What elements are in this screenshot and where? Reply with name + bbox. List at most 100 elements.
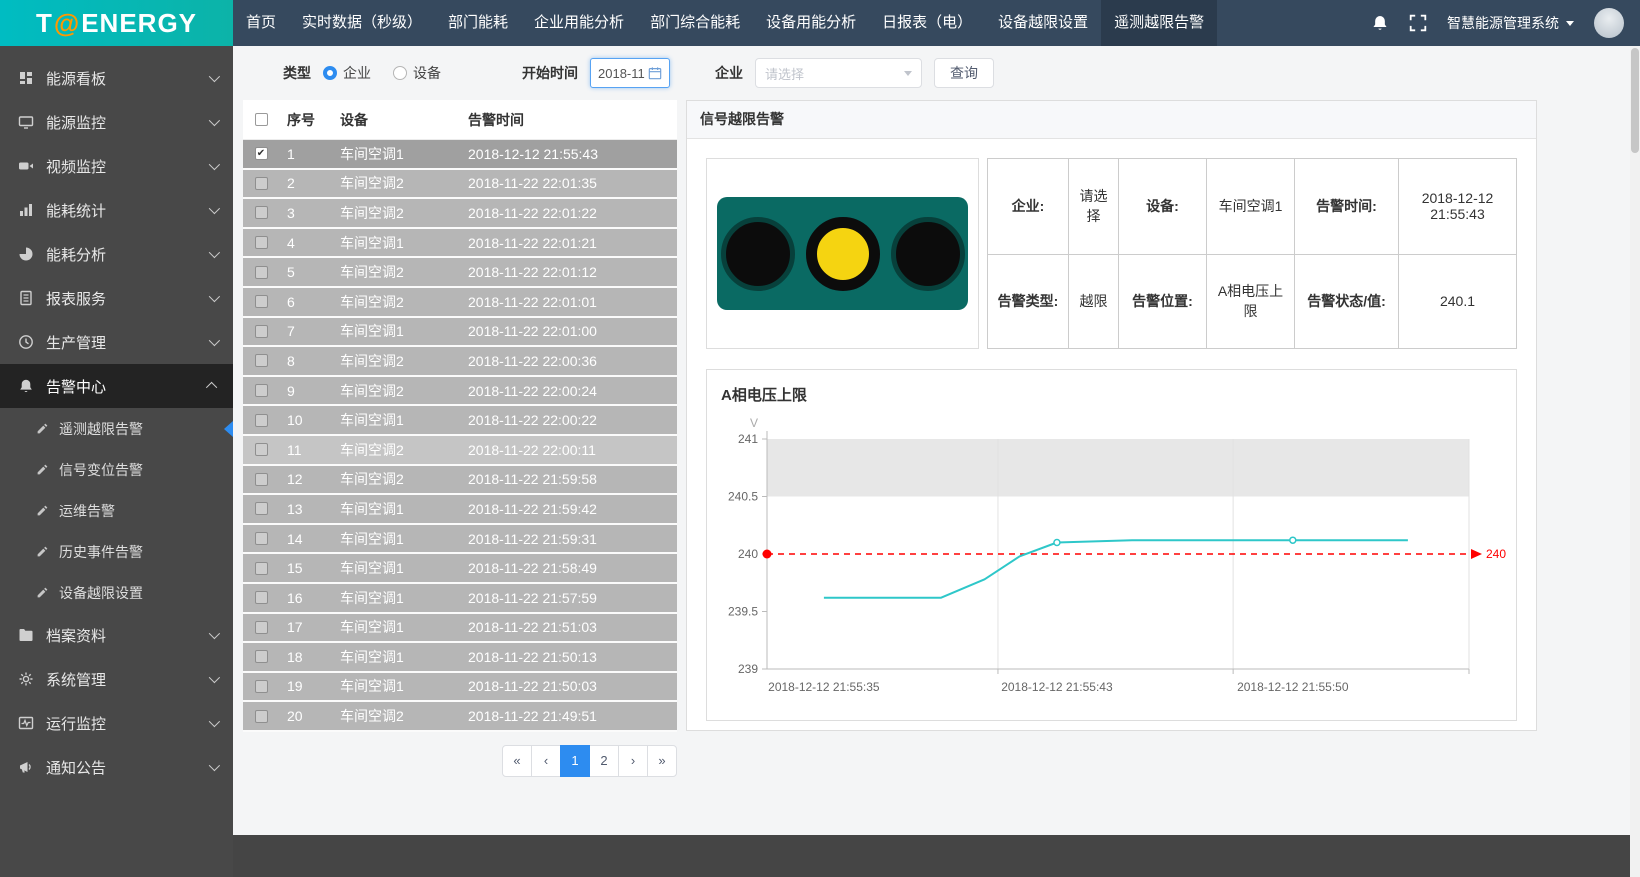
row-checkbox[interactable] <box>255 591 268 604</box>
table-row[interactable]: 6车间空调22018-11-22 22:01:01 <box>243 288 677 318</box>
column-device: 设备 <box>334 110 462 130</box>
row-checkbox[interactable] <box>255 532 268 545</box>
calendar-icon[interactable] <box>648 66 662 80</box>
table-row[interactable]: 16车间空调12018-11-22 21:57:59 <box>243 584 677 614</box>
radio-company[interactable]: 企业 <box>323 63 371 83</box>
table-row[interactable]: 18车间空调12018-11-22 21:50:13 <box>243 643 677 673</box>
pagination-page-1[interactable]: 1 <box>560 745 590 777</box>
radio-device[interactable]: 设备 <box>393 63 441 83</box>
row-checkbox[interactable] <box>255 710 268 723</box>
row-checkbox[interactable] <box>255 680 268 693</box>
row-checkbox[interactable]: ✔ <box>255 147 268 160</box>
row-checkbox[interactable] <box>255 621 268 634</box>
sidebar-subitem-13[interactable]: 设备越限设置 <box>0 572 233 613</box>
sidebar-item-4[interactable]: 能耗统计 <box>0 188 233 232</box>
window-scrollbar[interactable] <box>1630 46 1640 877</box>
pagination-last[interactable]: » <box>647 745 677 777</box>
pagination-first[interactable]: « <box>502 745 532 777</box>
pagination-page-2[interactable]: 2 <box>589 745 619 777</box>
table-row[interactable]: 9车间空调22018-11-22 22:00:24 <box>243 377 677 407</box>
header-actions: 智慧能源管理系统 <box>1371 0 1640 46</box>
notice-icon <box>18 759 34 775</box>
row-checkbox[interactable] <box>255 562 268 575</box>
notification-bell-icon[interactable] <box>1371 14 1389 32</box>
table-row[interactable]: 15车间空调12018-11-22 21:58:49 <box>243 554 677 584</box>
start-time-input[interactable]: 2018-11 <box>590 58 670 88</box>
app-logo[interactable]: T@ENERGY <box>0 0 233 46</box>
sidebar-subitem-11[interactable]: 运维告警 <box>0 490 233 531</box>
alarm-detail-panel: 信号越限告警 企业:请选择设备:车间空调1 <box>686 100 1537 731</box>
query-button[interactable]: 查询 <box>934 58 994 88</box>
table-row[interactable]: 10车间空调12018-11-22 22:00:22 <box>243 406 677 436</box>
row-checkbox[interactable] <box>255 650 268 663</box>
fullscreen-icon[interactable] <box>1409 14 1427 32</box>
row-checkbox[interactable] <box>255 384 268 397</box>
row-checkbox[interactable] <box>255 236 268 249</box>
info-value-device: 车间空调1 <box>1206 159 1294 254</box>
user-avatar[interactable] <box>1594 8 1624 38</box>
row-checkbox[interactable] <box>255 177 268 190</box>
nav-item-5[interactable]: 部门综合能耗 <box>637 0 753 46</box>
row-checkbox[interactable] <box>255 414 268 427</box>
traffic-light-left-off <box>721 217 795 291</box>
alarm-table-section: 序号 设备 告警时间 ✔1车间空调12018-12-12 21:55:432车间… <box>243 100 677 777</box>
system-title-menu[interactable]: 智慧能源管理系统 <box>1447 13 1574 33</box>
sidebar-subitem-label: 历史事件告警 <box>59 542 143 562</box>
row-checkbox[interactable] <box>255 206 268 219</box>
sidebar-subitem-10[interactable]: 信号变位告警 <box>0 449 233 490</box>
table-row[interactable]: 7车间空调12018-11-22 22:01:00 <box>243 318 677 348</box>
alarm-bell-icon <box>18 378 34 394</box>
company-select[interactable]: 请选择 <box>755 58 922 88</box>
row-checkbox[interactable] <box>255 325 268 338</box>
row-checkbox[interactable] <box>255 354 268 367</box>
row-checkbox[interactable] <box>255 295 268 308</box>
sidebar-item-8[interactable]: 告警中心 <box>0 364 233 408</box>
table-row[interactable]: 2车间空调22018-11-22 22:01:35 <box>243 170 677 200</box>
nav-item-1[interactable]: 首页 <box>233 0 289 46</box>
table-row[interactable]: 5车间空调22018-11-22 22:01:12 <box>243 258 677 288</box>
row-checkbox[interactable] <box>255 443 268 456</box>
sidebar-item-2[interactable]: 能源监控 <box>0 100 233 144</box>
select-all-checkbox[interactable] <box>255 113 268 126</box>
table-row[interactable]: 14车间空调12018-11-22 21:59:31 <box>243 525 677 555</box>
table-row[interactable]: 11车间空调22018-11-22 22:00:11 <box>243 436 677 466</box>
traffic-light-right-off <box>891 217 965 291</box>
table-row[interactable]: 17车间空调12018-11-22 21:51:03 <box>243 614 677 644</box>
sidebar-item-6[interactable]: 报表服务 <box>0 276 233 320</box>
sidebar-item-5[interactable]: 能耗分析 <box>0 232 233 276</box>
row-device: 车间空调1 <box>334 321 462 341</box>
scrollbar-thumb[interactable] <box>1631 48 1639 153</box>
pagination-prev[interactable]: ‹ <box>531 745 561 777</box>
table-row[interactable]: 3车间空调22018-11-22 22:01:22 <box>243 199 677 229</box>
row-index: 4 <box>279 235 334 251</box>
sidebar-item-1[interactable]: 能源看板 <box>0 56 233 100</box>
nav-item-9[interactable]: 遥测越限告警 <box>1101 0 1217 46</box>
nav-item-6[interactable]: 设备用能分析 <box>753 0 869 46</box>
table-row[interactable]: 4车间空调12018-11-22 22:01:21 <box>243 229 677 259</box>
nav-item-8[interactable]: 设备越限设置 <box>985 0 1101 46</box>
row-checkbox[interactable] <box>255 266 268 279</box>
sidebar-subitem-9[interactable]: 遥测越限告警 <box>0 408 233 449</box>
sidebar-subitem-12[interactable]: 历史事件告警 <box>0 531 233 572</box>
nav-item-7[interactable]: 日报表（电） <box>869 0 985 46</box>
row-checkbox[interactable] <box>255 502 268 515</box>
table-row[interactable]: 19车间空调12018-11-22 21:50:03 <box>243 673 677 703</box>
table-row[interactable]: 8车间空调22018-11-22 22:00:36 <box>243 347 677 377</box>
sidebar-item-16[interactable]: 运行监控 <box>0 701 233 745</box>
row-checkbox[interactable] <box>255 473 268 486</box>
row-index: 11 <box>279 442 334 458</box>
sidebar-item-15[interactable]: 系统管理 <box>0 657 233 701</box>
table-row[interactable]: ✔1车间空调12018-12-12 21:55:43 <box>243 140 677 170</box>
nav-item-2[interactable]: 实时数据（秒级） <box>289 0 435 46</box>
sidebar-item-3[interactable]: 视频监控 <box>0 144 233 188</box>
table-row[interactable]: 12车间空调22018-11-22 21:59:58 <box>243 466 677 496</box>
table-row[interactable]: 20车间空调22018-11-22 21:49:51 <box>243 702 677 732</box>
pagination-next[interactable]: › <box>618 745 648 777</box>
nav-item-4[interactable]: 企业用能分析 <box>521 0 637 46</box>
table-row[interactable]: 13车间空调12018-11-22 21:59:42 <box>243 495 677 525</box>
sidebar-item-17[interactable]: 通知公告 <box>0 745 233 789</box>
nav-item-3[interactable]: 部门能耗 <box>435 0 521 46</box>
sidebar-item-7[interactable]: 生产管理 <box>0 320 233 364</box>
sidebar-item-14[interactable]: 档案资料 <box>0 613 233 657</box>
svg-text:240: 240 <box>1486 547 1506 561</box>
